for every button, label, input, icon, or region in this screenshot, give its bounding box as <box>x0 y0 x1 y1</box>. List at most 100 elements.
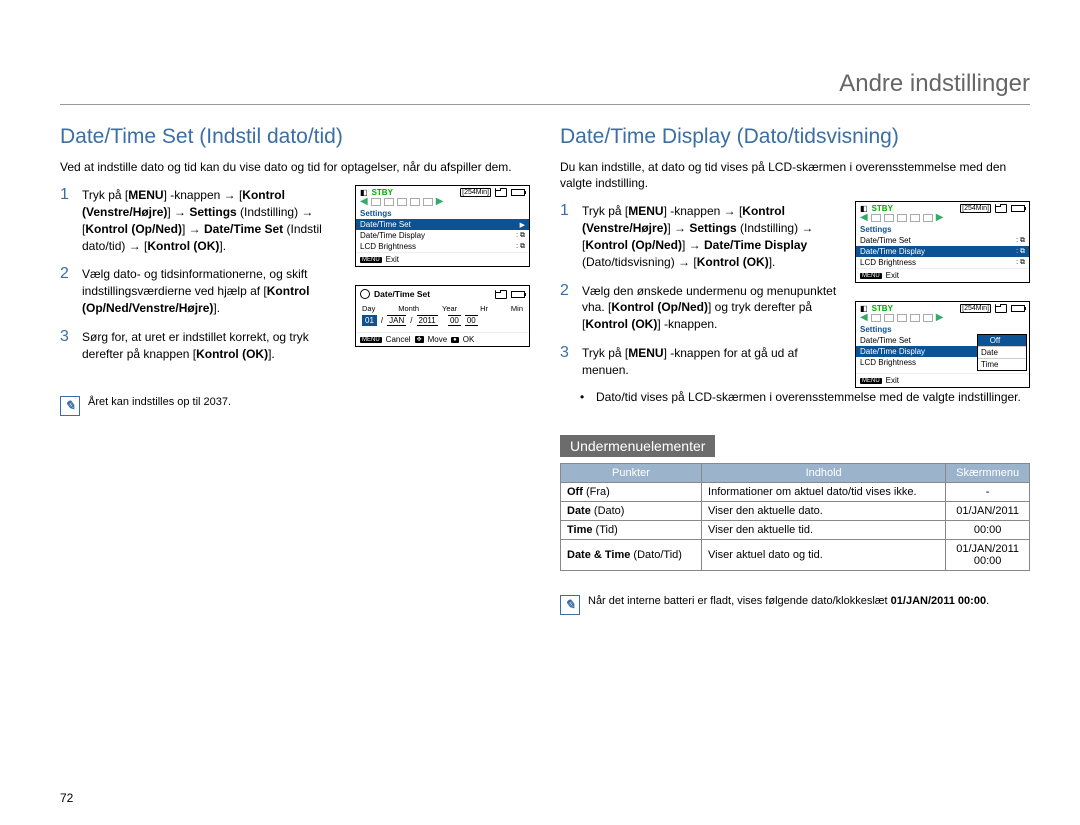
exit-label: Exit <box>886 376 899 385</box>
right-column: Date/Time Display (Dato/tidsvisning) Du … <box>560 125 1030 615</box>
menu-category: Settings <box>856 324 977 335</box>
card-icon <box>995 304 1007 313</box>
lcd-date-dialog: Date/Time Set Day Month Year Hr Min <box>355 285 530 347</box>
exit-label: Exit <box>886 271 899 280</box>
intro-left: Ved at indstille dato og tid kan du vise… <box>60 159 530 175</box>
step-number: 1 <box>60 185 74 204</box>
td-punkter: Off (Fra) <box>561 483 702 502</box>
value-year: 2011 <box>417 315 438 326</box>
step-3: 3 Sørg for, at uret er indstillet korrek… <box>60 327 343 363</box>
icon <box>384 198 394 206</box>
note-icon: ✎ <box>60 396 80 416</box>
step-number: 2 <box>560 281 574 300</box>
arrow-left-icon: ◀ <box>860 214 868 222</box>
left-steps: 1 Tryk på [MENU] -knappen → [Kontrol (Ve… <box>60 185 343 372</box>
step-number: 2 <box>60 264 74 283</box>
icon <box>923 214 933 222</box>
col-label: Month <box>398 304 419 313</box>
page-number: 72 <box>60 791 73 805</box>
step-2: 2 Vælg dato- og tidsinformationerne, og … <box>60 264 343 316</box>
section-heading-left: Date/Time Set (Indstil dato/tid) <box>60 125 530 149</box>
icon <box>410 198 420 206</box>
value-hr: 00 <box>448 315 461 326</box>
battery-icon <box>511 189 525 196</box>
icon <box>871 314 881 322</box>
step-number: 1 <box>560 201 574 220</box>
dialog-footer: MENU Cancel ✥ Move ● OK <box>356 332 529 346</box>
menu-item: Date/Time Display: ⧉ <box>356 230 529 241</box>
remaining-time: [254Min] <box>960 204 991 213</box>
intro-right: Du kan indstille, at dato og tid vises p… <box>560 159 1030 191</box>
submenu-popup: ✔Off Date Time <box>977 334 1027 371</box>
submenu-item: Date <box>978 347 1026 359</box>
table-row: Time (Tid) Viser den aktuelle tid. 00:00 <box>561 521 1030 540</box>
step-text: Tryk på [MENU] -knappen → [Kontrol (Vens… <box>582 201 843 270</box>
menu-button-icon: MENU <box>360 257 382 263</box>
icon <box>397 198 407 206</box>
menu-item: LCD Brightness: ⧉ <box>856 257 1029 268</box>
menu-item: Date/Time Set: ⧉ <box>856 235 1029 246</box>
td-indhold: Viser den aktuelle tid. <box>702 521 946 540</box>
menu-button-icon: MENU <box>360 337 382 343</box>
icon <box>910 214 920 222</box>
step-text: Vælg dato- og tidsinformationerne, og sk… <box>82 264 343 316</box>
table-row: Date (Dato) Viser den aktuelle dato. 01/… <box>561 502 1030 521</box>
left-screenshots: ◧ STBY [254Min] ◀ ▶ Settings <box>355 185 530 372</box>
icon <box>923 314 933 322</box>
td-punkter: Date & Time (Dato/Tid) <box>561 540 702 571</box>
td-indhold: Viser aktuel dato og tid. <box>702 540 946 571</box>
menu-item: Date/Time Display: ⧉ <box>856 246 1029 257</box>
td-skaerm: 00:00 <box>946 521 1030 540</box>
icon <box>910 314 920 322</box>
th-punkter: Punkter <box>561 464 702 483</box>
submenu-table: Punkter Indhold Skærmmenu Off (Fra) Info… <box>560 463 1030 571</box>
col-label: Hr <box>480 304 488 313</box>
card-icon <box>495 188 507 197</box>
menu-button-icon: MENU <box>860 378 882 384</box>
lcd-menu-settings: ◧ STBY [254Min] ◀ ▶ Settings <box>355 185 530 267</box>
ok-label: OK <box>463 335 475 344</box>
icon <box>371 198 381 206</box>
note-right: ✎ Når det interne batteri er fladt, vise… <box>560 595 1030 615</box>
value-min: 00 <box>465 315 478 326</box>
value-month: JAN <box>387 315 406 326</box>
dpad-icon: ✥ <box>415 336 424 343</box>
gear-icon <box>360 289 370 299</box>
stby-label: STBY <box>872 204 893 213</box>
move-label: Move <box>428 335 448 344</box>
menu-item: Date/Time Set▶ <box>356 219 529 230</box>
manual-page: Andre indstillinger Date/Time Set (Indst… <box>0 0 1080 825</box>
col-label: Day <box>362 304 375 313</box>
step-2: 2 Vælg den ønskede undermenu og menupunk… <box>560 281 843 333</box>
icon <box>897 214 907 222</box>
cancel-label: Cancel <box>386 335 411 344</box>
note-left: ✎ Året kan indstilles op til 2037. <box>60 396 530 416</box>
card-icon <box>995 204 1007 213</box>
step-text: Vælg den ønskede undermenu og menupunkte… <box>582 281 843 333</box>
icon <box>871 214 881 222</box>
section-heading-right: Date/Time Display (Dato/tidsvisning) <box>560 125 1030 149</box>
arrow-left-icon: ◀ <box>860 314 868 322</box>
td-indhold: Viser den aktuelle dato. <box>702 502 946 521</box>
step-number: 3 <box>560 343 574 362</box>
step-number: 3 <box>60 327 74 346</box>
ok-icon: ● <box>451 337 459 343</box>
lcd-menu-settings: ◧ STBY [254Min] ◀ ▶ Settings <box>855 201 1030 283</box>
icon <box>897 314 907 322</box>
note-text: Når det interne batteri er fladt, vises … <box>588 595 989 607</box>
menu-item: Date/Time Set <box>856 335 977 346</box>
note-icon: ✎ <box>560 595 580 615</box>
right-steps: 1 Tryk på [MENU] -knappen → [Kontrol (Ve… <box>560 201 843 388</box>
col-label: Year <box>442 304 457 313</box>
td-punkter: Date (Dato) <box>561 502 702 521</box>
bullet-text: Dato/tid vises på LCD-skærmen i overenss… <box>596 389 1021 406</box>
stby-label: STBY <box>372 188 393 197</box>
menu-footer: MENU Exit <box>856 268 1029 282</box>
step-text: Sørg for, at uret er indstillet korrekt,… <box>82 327 343 363</box>
page-header: Andre indstillinger <box>60 70 1030 105</box>
td-skaerm: 01/JAN/2011 <box>946 502 1030 521</box>
td-punkter: Time (Tid) <box>561 521 702 540</box>
menu-category: Settings <box>856 224 1029 235</box>
arrow-right-icon: ▶ <box>936 314 944 322</box>
step-3: 3 Tryk på [MENU] -knappen for at gå ud a… <box>560 343 843 379</box>
